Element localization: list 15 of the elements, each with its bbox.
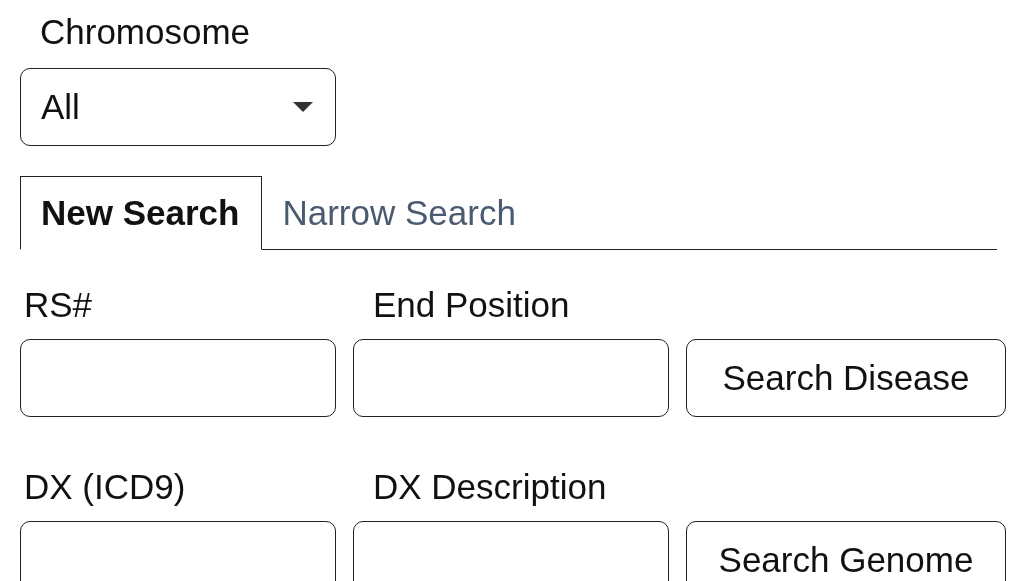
input-field[interactable] <box>20 339 336 417</box>
tab[interactable]: Narrow Search <box>262 176 538 250</box>
field-label: DX (ICD9) <box>23 467 187 507</box>
tab[interactable]: New Search <box>20 176 263 250</box>
field-label: Chromosome <box>39 12 252 52</box>
input-field[interactable] <box>20 521 336 581</box>
input-field[interactable] <box>353 521 669 581</box>
caret-icon <box>293 102 313 112</box>
chromosome-dropdown[interactable]: All <box>20 68 336 146</box>
field-label: End Position <box>372 285 571 325</box>
search-button[interactable]: Search Disease <box>686 339 1006 417</box>
field-label: DX Description <box>372 467 608 507</box>
search-button[interactable]: Search Genome <box>686 521 1006 581</box>
input-field[interactable] <box>353 339 669 417</box>
field-label: RS# <box>23 285 94 325</box>
